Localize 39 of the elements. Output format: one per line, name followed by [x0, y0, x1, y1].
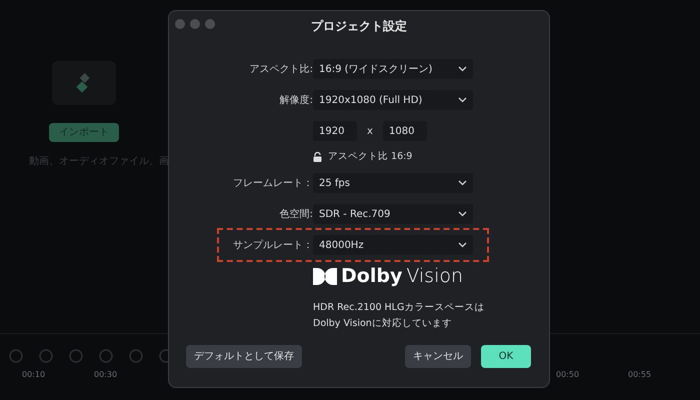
height-field[interactable]: 1080 [383, 121, 427, 141]
timecode: 00:50 [556, 369, 580, 381]
lock-icon[interactable] [313, 152, 322, 162]
dropdown[interactable]: 1920x1080 (Full HD) [313, 90, 473, 110]
toolbar-icon[interactable] [8, 348, 24, 364]
chevron-down-icon [458, 242, 467, 248]
dialog-title: プロジェクト設定 [311, 18, 407, 35]
field-label: アスペクト比: [248, 62, 313, 76]
field-label: フレームレート： [232, 176, 313, 190]
field-label: 色空間: [278, 208, 313, 222]
field-label: 解像度: [278, 94, 313, 108]
toolbar-icon[interactable] [128, 348, 144, 364]
note-text: HDR Rec.2100 HLGカラースペースは [313, 301, 486, 315]
timecode: 00:30 [94, 369, 118, 381]
field-label: サンプルレート： [232, 238, 313, 252]
toolbar-icon[interactable] [68, 348, 84, 364]
aspect-ratio-text: アスペクト比 16:9 [328, 150, 412, 164]
timecode: 00:55 [628, 369, 652, 381]
logo-text: Dolby [341, 267, 402, 286]
note-text: Dolby Visionに対応しています [313, 317, 453, 331]
dropdown[interactable]: 16:9 (ワイドスクリーン) [313, 59, 473, 79]
chevron-down-icon [458, 66, 467, 72]
width-field[interactable]: 1920 [313, 121, 357, 141]
dropdown[interactable]: SDR - Rec.709 [313, 204, 473, 224]
ok-button[interactable]: OK [481, 345, 531, 368]
timecode: 00:10 [22, 369, 46, 381]
double-d-logo-icon [313, 268, 337, 285]
dialog-button[interactable]: キャンセル [405, 345, 471, 368]
dialog-button[interactable]: デフォルトとして保存 [186, 345, 302, 368]
chevron-down-icon [458, 180, 467, 186]
chevron-down-icon [458, 211, 467, 217]
import-icon [52, 61, 116, 105]
logo-text: Vision [406, 267, 464, 286]
dropdown[interactable]: 48000Hz [313, 235, 473, 255]
separator-text: x [366, 124, 374, 138]
toolbar-icon[interactable] [98, 348, 114, 364]
chevron-down-icon [458, 97, 467, 103]
toolbar-icon[interactable] [38, 348, 54, 364]
dropdown[interactable]: 25 fps [313, 173, 473, 193]
